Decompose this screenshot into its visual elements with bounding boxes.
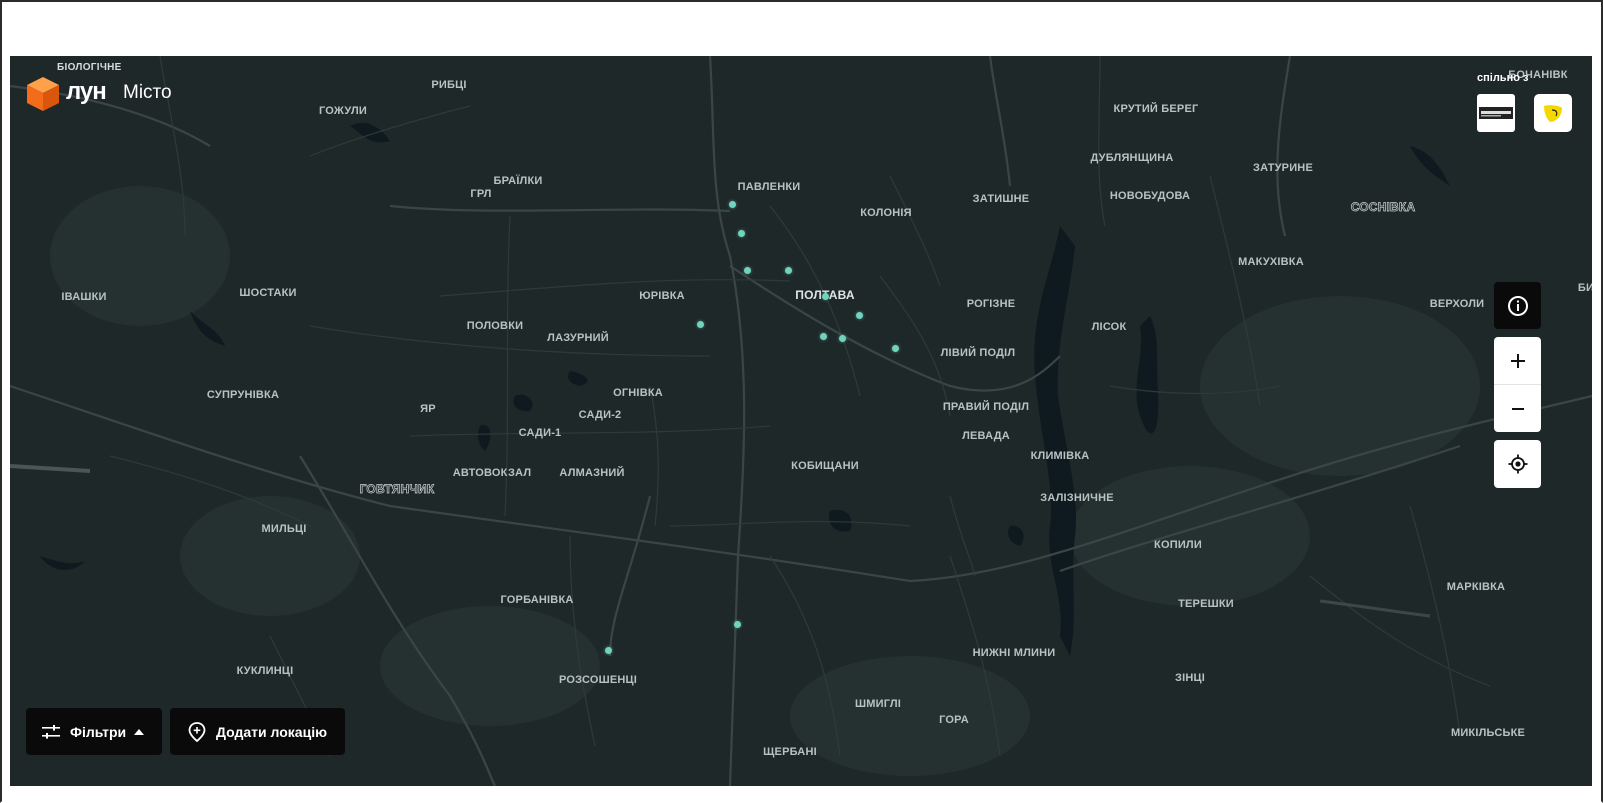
- filters-button[interactable]: Фільтри: [26, 708, 162, 755]
- green-areas: [50, 186, 1480, 776]
- place-label-gozhuly: ГОЖУЛИ: [319, 105, 367, 117]
- place-label-zintsi: ЗІНЦІ: [1175, 672, 1205, 684]
- place-label-pravyi-podil: ПРАВИЙ ПОДІЛ: [942, 401, 1030, 413]
- place-label-livyi-podil: ЛІВИЙ ПОДІЛ: [940, 347, 1016, 359]
- map[interactable]: ПАВЛЕНКИ РИБЦІ ГОЖУЛИ БРАЇЛКИ ГРЛ КОЛОНІЯ ЗАТИ…: [10, 56, 1592, 786]
- place-label-avtovokzal: АВТОВОКЗАЛ: [452, 467, 532, 479]
- place-label-ivashky: ІВАШКИ: [61, 291, 107, 303]
- place-label-yurivka: ЮРІВКА: [639, 290, 685, 302]
- place-label-rozsoshentsi: РОЗСОШЕНЦІ: [558, 674, 638, 686]
- location-marker[interactable]: [743, 266, 751, 274]
- location-marker[interactable]: [891, 344, 899, 352]
- place-label-kuklyntsi: КУКЛИНЦІ: [236, 665, 294, 677]
- plus-icon: [1510, 353, 1525, 368]
- locate-button[interactable]: [1494, 440, 1541, 488]
- add-pin-icon: [188, 721, 206, 742]
- brand-product: Місто: [123, 82, 172, 103]
- location-marker[interactable]: [604, 646, 612, 654]
- place-label-ohnivka: ОГНІВКА: [613, 387, 663, 399]
- info-icon: [1507, 295, 1528, 316]
- place-label-shcherbani: ЩЕРБАНІ: [763, 746, 817, 758]
- place-label-yar: ЯР: [420, 403, 436, 415]
- locate-icon: [1508, 454, 1527, 474]
- place-label-sady1: САДИ-1: [518, 427, 562, 439]
- place-label-pavlenky: ПАВЛЕНКИ: [737, 181, 801, 193]
- place-label-hovtianchyk: ГОВТЯНЧИК: [359, 482, 435, 497]
- yellow-drop-logo-icon[interactable]: [1534, 94, 1572, 132]
- place-label-zaturyne: ЗАТУРИНЕ: [1253, 162, 1313, 174]
- place-label-miltsi: МИЛЬЦІ: [261, 523, 307, 535]
- location-marker[interactable]: [821, 292, 829, 300]
- place-label-sosnivka: СОСНІВКА: [1350, 200, 1416, 215]
- place-label-polovky: ПОЛОВКИ: [466, 320, 524, 332]
- place-label-levada: ЛЕВАДА: [962, 430, 1010, 442]
- place-label-rohizne: РОГІЗНЕ: [966, 298, 1016, 310]
- place-label-dubliansh: ДУБЛЯНЩИНА: [1090, 152, 1174, 164]
- caret-up-icon: [134, 728, 145, 735]
- place-label-verkholy: ВЕРХОЛИ: [1429, 298, 1485, 310]
- location-marker[interactable]: [737, 229, 745, 237]
- place-label-tereshky: ТЕРЕШКИ: [1178, 598, 1234, 610]
- zoom-controls: [1494, 337, 1541, 432]
- place-label-koloniia: КОЛОНІЯ: [860, 207, 912, 219]
- place-label-horbanivka: ГОРБАНІВКА: [500, 594, 574, 606]
- add-location-button[interactable]: Додати локацію: [170, 708, 345, 755]
- brand-overline: БІОЛОГІЧНЕ: [57, 62, 122, 73]
- sliders-icon: [42, 724, 60, 739]
- place-label-almaznyi: АЛМАЗНИЙ: [559, 467, 625, 479]
- place-label-lazurnyi: ЛАЗУРНИЙ: [547, 332, 609, 344]
- place-label-kopyly: КОПИЛИ: [1154, 539, 1202, 551]
- brand-logo[interactable]: БІОЛОГІЧНЕ лун Місто: [26, 62, 206, 112]
- place-label-krutyi-bereh: КРУТИЙ БЕРЕГ: [1113, 103, 1199, 115]
- partners-block: спільно з: [1472, 72, 1582, 142]
- zoom-out-button[interactable]: [1494, 385, 1541, 432]
- place-label-zatyshne: ЗАТИШНЕ: [972, 193, 1030, 205]
- place-label-brailky: БРАЇЛКИ: [493, 175, 543, 187]
- location-marker[interactable]: [728, 200, 736, 208]
- yellow-drop-graphic: [1544, 105, 1562, 122]
- place-label-zaliznychne: ЗАЛІЗНИЧНЕ: [1040, 492, 1114, 504]
- zoom-in-button[interactable]: [1494, 337, 1541, 384]
- brand-name: лун: [66, 78, 107, 105]
- partners-title: спільно з: [1477, 72, 1529, 84]
- location-marker[interactable]: [733, 620, 741, 628]
- place-label-sady2: САДИ-2: [578, 409, 622, 421]
- railway-east: [1319, 599, 1431, 618]
- art-museum-logo-icon[interactable]: [1477, 94, 1515, 132]
- place-label-lisok: ЛІСОК: [1091, 321, 1127, 333]
- location-marker[interactable]: [784, 266, 792, 274]
- railway: [10, 464, 91, 473]
- place-label-novobudova: НОВОБУДОВА: [1109, 190, 1191, 202]
- place-label-kobyshchany: КОБИЩАНИ: [791, 460, 859, 472]
- place-label-rybtsi: РИБЦІ: [431, 79, 467, 91]
- location-marker[interactable]: [838, 334, 846, 342]
- place-label-hrl: ГРЛ: [470, 188, 492, 200]
- place-label-klymivka: КЛИМІВКА: [1030, 450, 1090, 462]
- place-label-mykilske: МИКІЛЬСЬКЕ: [1450, 727, 1526, 739]
- info-button[interactable]: [1494, 282, 1541, 329]
- filters-label: Фільтри: [70, 723, 127, 740]
- cube-icon: [27, 77, 59, 111]
- place-label-hora: ГОРА: [939, 714, 969, 726]
- place-label-markivka: МАРКІВКА: [1446, 581, 1506, 593]
- place-label-makukhivka: МАКУХІВКА: [1238, 256, 1304, 268]
- place-label-nyzhni-mlyny: НИЖНІ МЛИНИ: [972, 647, 1056, 659]
- art-museum-logo-graphic: [1479, 107, 1513, 119]
- place-label-suprunivka: СУПРУНІВКА: [206, 389, 280, 401]
- place-label-bi: БИ: [1577, 282, 1592, 294]
- location-marker[interactable]: [819, 332, 827, 340]
- location-marker[interactable]: [855, 311, 863, 319]
- add-location-label: Додати локацію: [216, 723, 328, 740]
- place-label-shmyhli: ШМИГЛІ: [854, 698, 902, 710]
- place-label-shostaky: ШОСТАКИ: [239, 287, 297, 299]
- location-marker[interactable]: [696, 320, 704, 328]
- minus-icon: [1511, 407, 1524, 410]
